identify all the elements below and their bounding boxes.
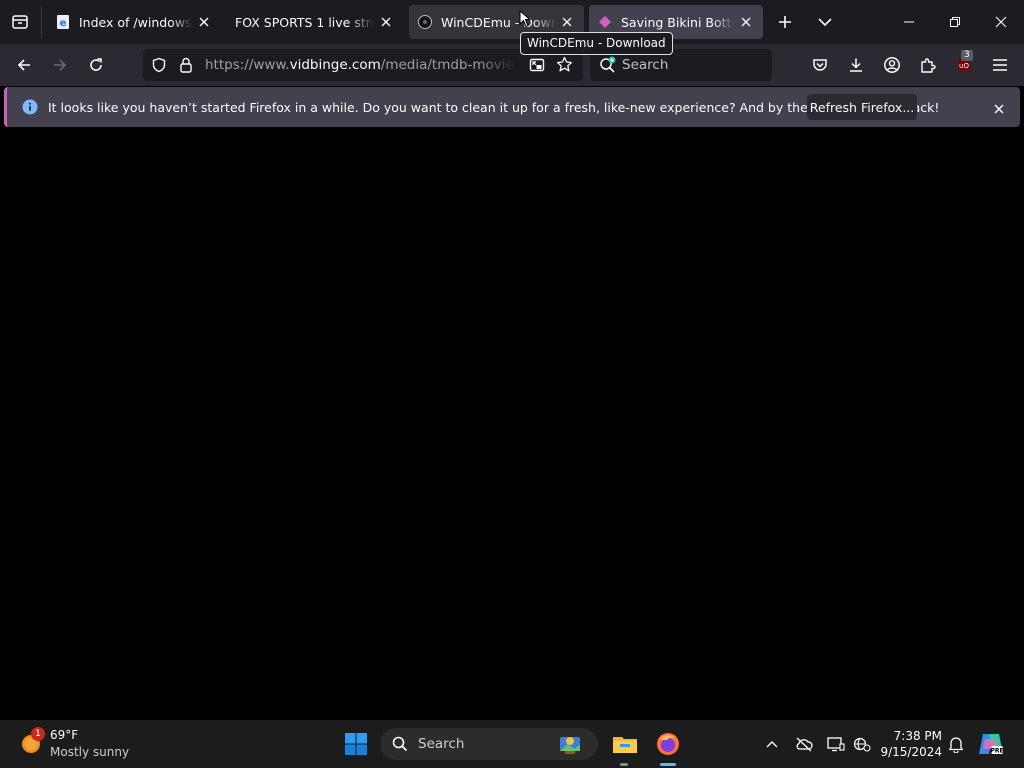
url-text[interactable]: https://www.vidbinge.com/media/tmdb-movi… <box>205 57 515 73</box>
search-icon <box>392 736 408 756</box>
forward-arrow-icon <box>54 59 67 71</box>
bell-icon <box>948 737 964 753</box>
list-all-tabs-button[interactable] <box>810 7 840 37</box>
mouse-cursor-icon <box>519 10 531 28</box>
downloads-button[interactable] <box>841 50 871 80</box>
back-arrow-icon <box>17 59 30 71</box>
copilot-button[interactable]: PRE <box>976 729 1006 759</box>
running-indicator <box>620 763 628 766</box>
new-tab-button[interactable] <box>770 7 800 37</box>
reload-icon <box>90 58 102 71</box>
back-button[interactable] <box>9 50 39 80</box>
tracking-protection-shield-icon[interactable] <box>151 57 167 77</box>
active-app-indicator <box>660 763 676 766</box>
plus-icon <box>779 16 791 28</box>
account-button[interactable] <box>877 50 907 80</box>
svg-text:PRE: PRE <box>990 748 1003 755</box>
clock-date: 9/15/2024 <box>880 745 942 759</box>
tab-title: Saving Bikini Bottom: T <box>621 14 735 30</box>
picture-in-picture-icon[interactable] <box>529 57 545 77</box>
network-globe-icon <box>853 737 871 752</box>
search-highlight-icon <box>556 731 586 761</box>
tab-bar: e Index of /windows/10/ FOX SPORTS 1 liv… <box>0 0 1024 44</box>
search-engine-icon[interactable] <box>599 56 617 78</box>
close-icon <box>995 16 1007 28</box>
tab-fox-sports[interactable]: FOX SPORTS 1 live stream - <box>227 5 403 39</box>
windows-logo-icon <box>345 733 367 755</box>
restore-icon <box>950 17 960 27</box>
weather-alert-badge: 1 <box>31 727 45 741</box>
lock-icon[interactable] <box>179 57 193 77</box>
copilot-icon: PRE <box>979 734 1004 755</box>
firefox-view-button[interactable] <box>5 7 35 37</box>
tab-tooltip: WinCDEmu - Download <box>520 32 673 55</box>
network-tray-button[interactable] <box>847 729 877 759</box>
notification-close-icon[interactable] <box>993 100 1005 119</box>
puzzle-icon <box>921 58 936 73</box>
app-menu-button[interactable] <box>985 50 1015 80</box>
tab-close-icon[interactable] <box>193 11 215 33</box>
wincdemu-icon <box>417 14 433 30</box>
account-icon <box>884 57 900 73</box>
svg-text:e: e <box>60 18 67 29</box>
tab-title: FOX SPORTS 1 live stream - <box>235 14 375 30</box>
show-hidden-icons-button[interactable] <box>757 729 787 759</box>
refresh-firefox-notification: It looks like you haven’t started Firefo… <box>4 87 1020 127</box>
tab-close-icon[interactable] <box>556 11 578 33</box>
taskbar-search-box[interactable]: Search <box>380 728 598 760</box>
chevron-down-icon <box>818 18 832 27</box>
ublock-origin-button[interactable]: uO 3 <box>949 50 979 80</box>
refresh-firefox-button[interactable]: Refresh Firefox... <box>807 94 917 120</box>
minimize-icon <box>904 21 914 23</box>
url-bar[interactable]: https://www.vidbinge.com/media/tmdb-movi… <box>143 49 583 81</box>
taskbar-clock[interactable]: 7:38 PM 9/15/2024 <box>880 728 942 760</box>
monitor-icon <box>827 737 845 752</box>
windows-taskbar: 1 69°F Mostly sunny Search 7:38 PM 9/15/… <box>0 720 1024 768</box>
weather-temp: 69°F <box>50 728 79 742</box>
search-placeholder: Search <box>622 57 669 73</box>
notifications-button[interactable] <box>941 729 971 759</box>
clock-time: 7:38 PM <box>893 729 942 743</box>
weather-condition: Mostly sunny <box>50 745 130 759</box>
tab-close-icon[interactable] <box>375 11 397 33</box>
tab-index-windows[interactable]: e Index of /windows/10/ <box>47 5 221 39</box>
file-explorer-taskbar-button[interactable] <box>610 729 640 759</box>
start-button[interactable] <box>341 729 371 759</box>
page-content[interactable] <box>0 131 1024 720</box>
onedrive-tray-button[interactable] <box>789 729 819 759</box>
extensions-button[interactable] <box>913 50 943 80</box>
reload-button[interactable] <box>81 50 111 80</box>
pink-diamond-icon <box>597 14 613 30</box>
svg-text:uO: uO <box>959 62 969 70</box>
tab-title: WinCDEmu - Download <box>441 14 556 30</box>
extension-badge: 3 <box>961 50 973 61</box>
restore-button[interactable] <box>940 7 970 37</box>
bookmark-star-icon[interactable] <box>556 56 573 77</box>
cloud-off-icon <box>796 737 813 752</box>
firefox-taskbar-button[interactable] <box>653 729 683 759</box>
chevron-up-icon <box>766 741 778 748</box>
ie-page-icon: e <box>55 14 71 30</box>
close-window-button[interactable] <box>986 7 1016 37</box>
notification-message: It looks like you haven’t started Firefo… <box>48 100 940 115</box>
info-icon <box>22 99 38 119</box>
tab-close-icon[interactable] <box>735 11 757 33</box>
folder-icon <box>613 737 637 753</box>
hamburger-menu-icon <box>993 59 1007 71</box>
tab-title: Index of /windows/10/ <box>79 14 193 30</box>
minimize-button[interactable] <box>894 7 924 37</box>
taskbar-search-placeholder: Search <box>418 736 465 752</box>
navigation-toolbar: https://www.vidbinge.com/media/tmdb-movi… <box>0 44 1024 86</box>
pocket-button[interactable] <box>805 50 835 80</box>
download-icon <box>850 58 862 72</box>
forward-button[interactable] <box>45 50 75 80</box>
tab-divider <box>41 6 42 38</box>
firefox-view-icon <box>12 15 28 29</box>
pocket-icon <box>813 59 827 71</box>
firefox-icon <box>657 733 679 755</box>
